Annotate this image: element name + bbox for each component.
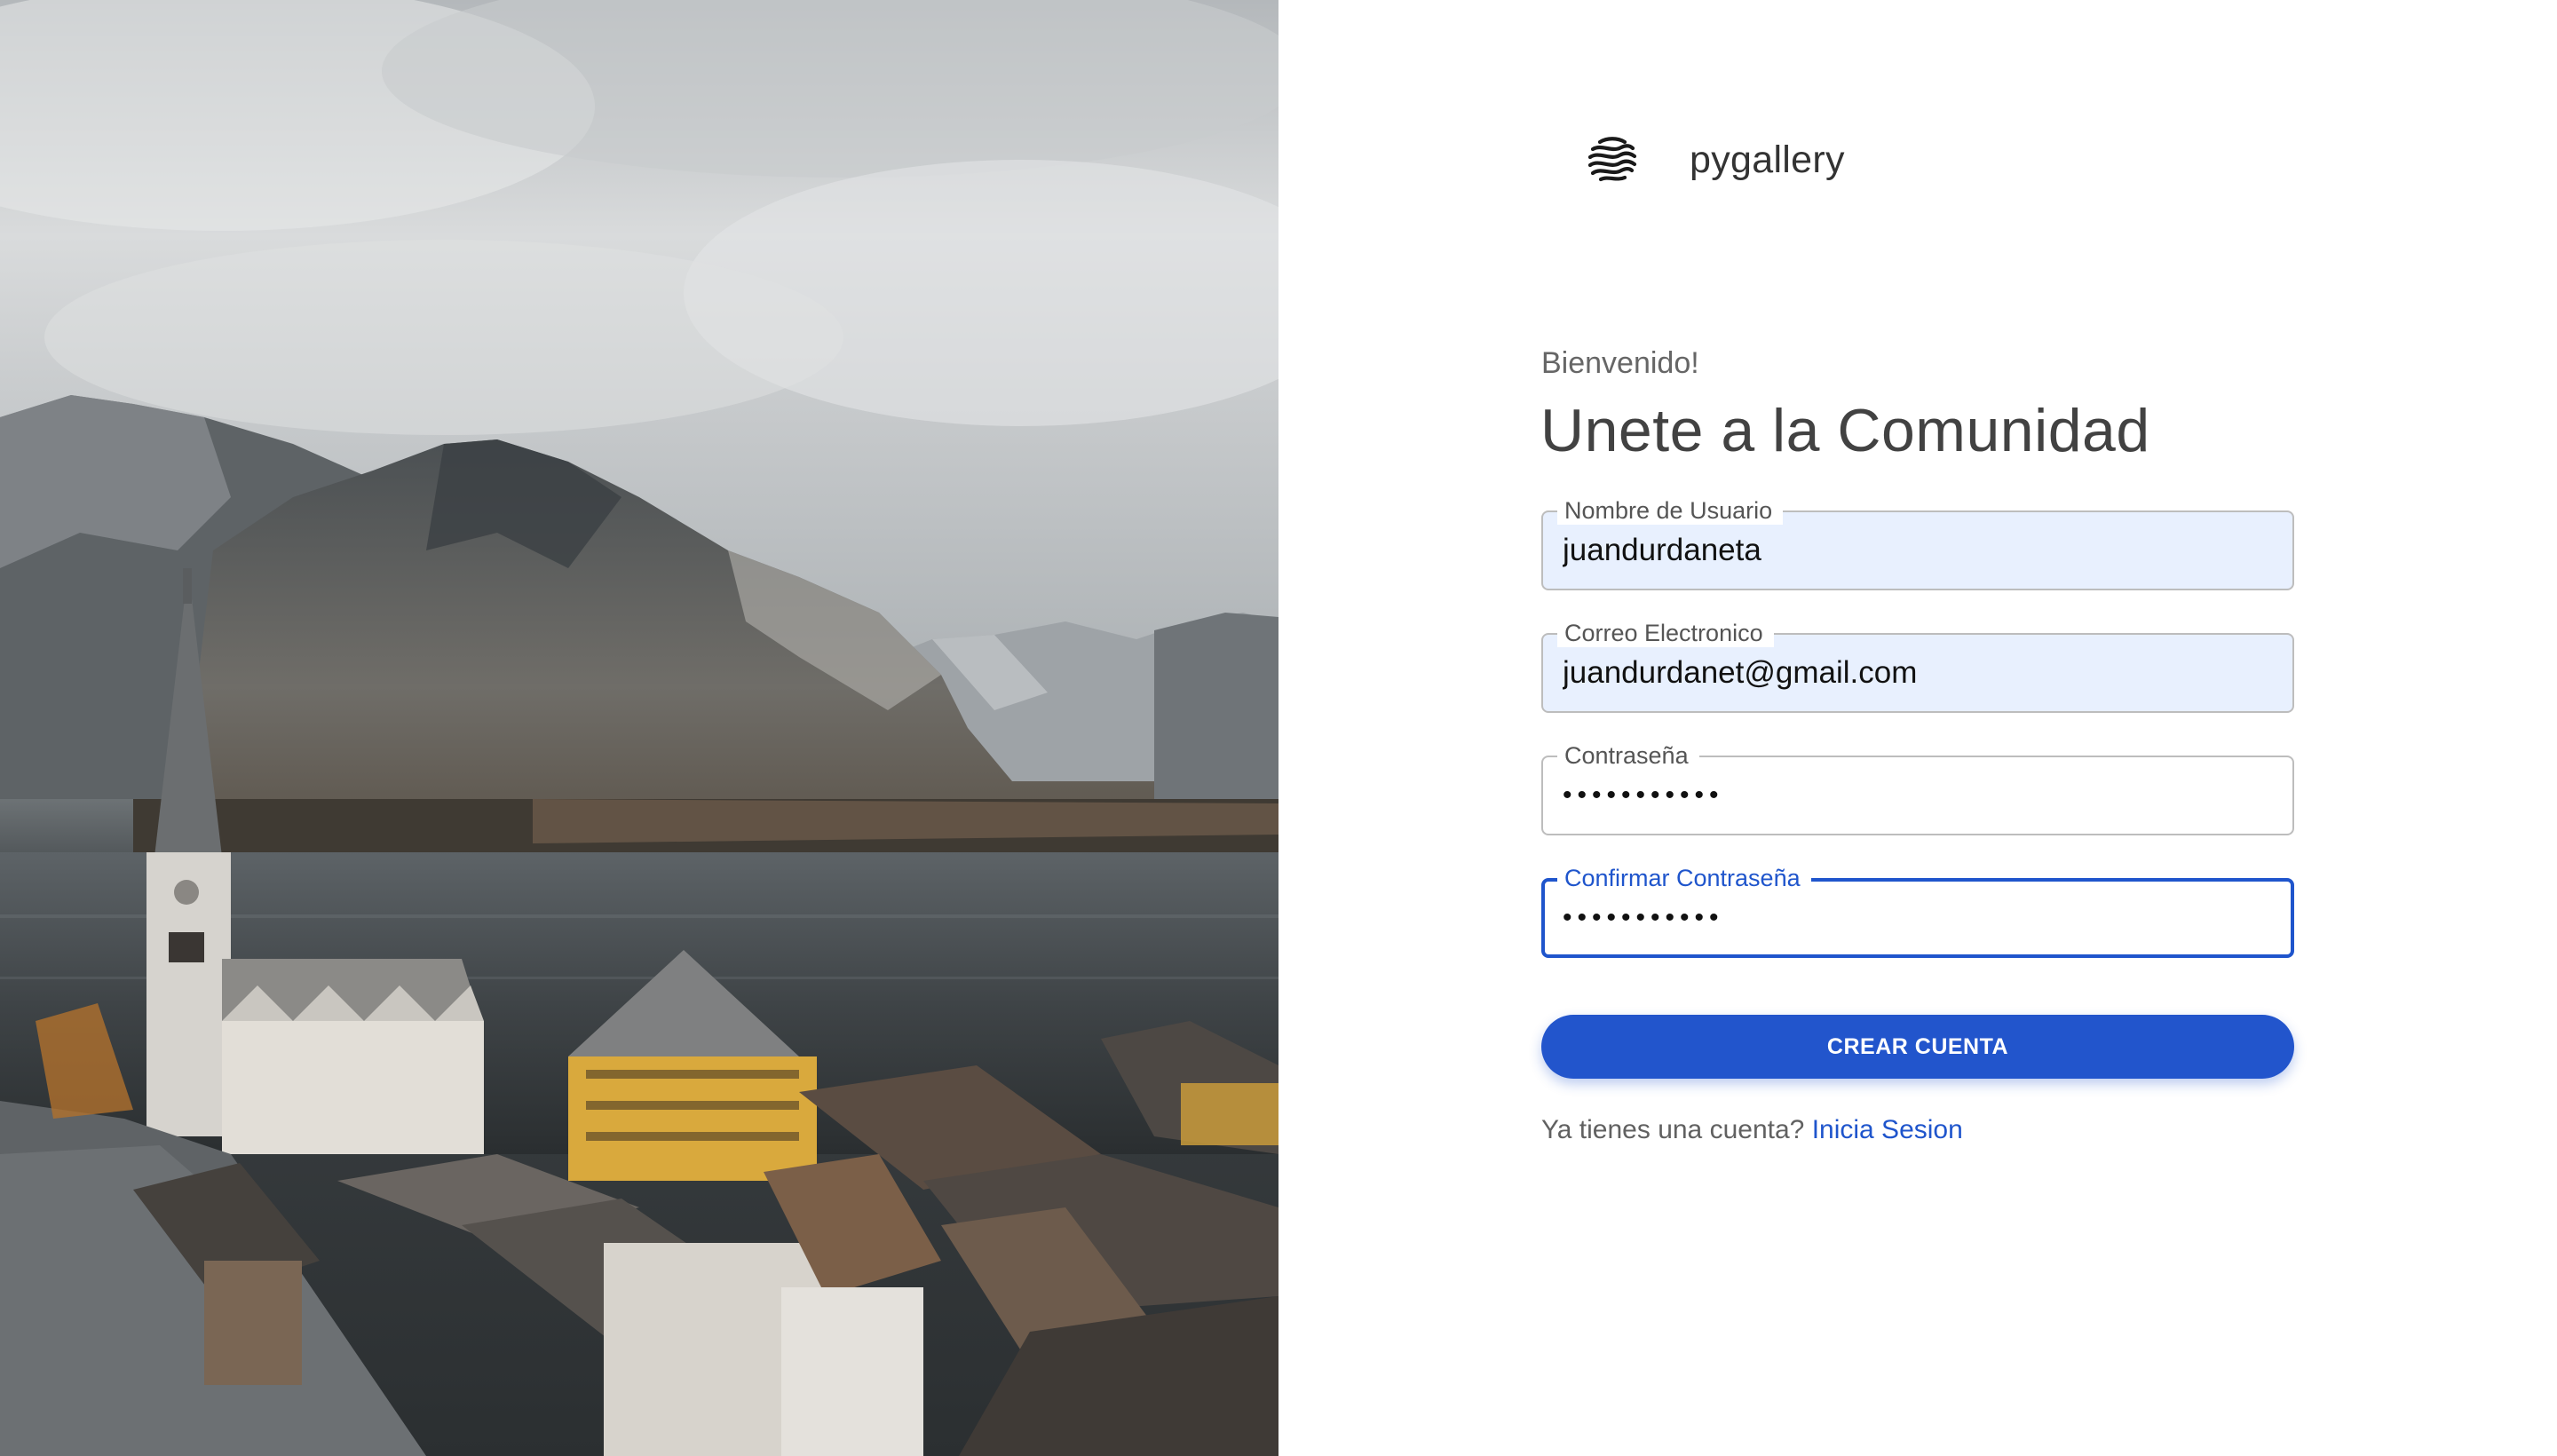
page-title: Unete a la Comunidad [1540,397,2150,464]
confirm-password-input[interactable]: ••••••••••• [1563,880,2273,956]
signin-link[interactable]: Inicia Sesion [1812,1115,1963,1144]
welcome-subtitle: Bienvenido! [1541,346,1699,380]
signup-panel [1278,0,2557,1456]
username-field[interactable]: Nombre de Usuario juandurdaneta [1541,496,2294,590]
signin-prompt-text: Ya tienes una cuenta? [1541,1115,1805,1144]
wave-globe-icon [1587,137,1637,182]
email-field[interactable]: Correo Electronico juandurdanet@gmail.co… [1541,619,2294,713]
password-input[interactable]: ••••••••••• [1563,757,2275,834]
brand: pygallery [1586,133,1845,186]
confirm-password-field[interactable]: Confirmar Contraseña ••••••••••• [1541,864,2294,958]
brand-name: pygallery [1690,138,1845,181]
email-input[interactable]: juandurdanet@gmail.com [1563,635,2275,711]
create-account-button[interactable]: CREAR CUENTA [1541,1015,2294,1079]
signin-prompt: Ya tienes una cuenta? Inicia Sesion [1541,1115,1963,1145]
password-field[interactable]: Contraseña ••••••••••• [1541,741,2294,835]
hero-photo [0,0,1278,1456]
username-input[interactable]: juandurdaneta [1563,512,2275,589]
